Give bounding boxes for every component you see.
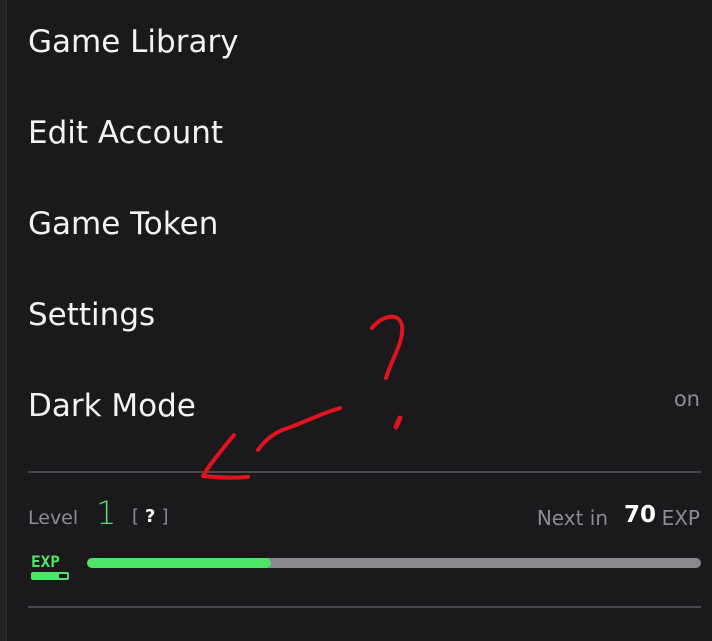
menu-item-edit-account[interactable]: Edit Account [28, 113, 223, 153]
exp-progress-bar [87, 558, 701, 568]
divider-bottom [28, 606, 701, 608]
exp-icon-text: EXP [31, 552, 60, 571]
menu-item-game-token[interactable]: Game Token [28, 204, 218, 244]
menu-item-game-library[interactable]: Game Library [28, 22, 239, 62]
exp-progress-fill [87, 558, 272, 568]
level-help-close-bracket: ] [161, 506, 169, 527]
next-level-exp-value: 70 [623, 502, 656, 528]
menu-item-settings[interactable]: Settings [28, 295, 155, 335]
exp-icon: EXP [31, 552, 69, 580]
dark-mode-toggle-value[interactable]: on [674, 387, 700, 411]
level-help-open-bracket: [ [132, 506, 140, 527]
menu-item-dark-mode[interactable]: Dark Mode [28, 386, 196, 426]
level-help-question-mark: ? [145, 506, 156, 527]
next-level-label: Next in [536, 506, 608, 530]
divider-top [28, 471, 701, 473]
level-help-button[interactable]: [?] [132, 506, 169, 527]
next-level-exp-unit: EXP [661, 506, 700, 530]
level-number: 1 [96, 494, 117, 532]
level-label: Level [28, 507, 79, 529]
left-panel-border [0, 0, 7, 641]
